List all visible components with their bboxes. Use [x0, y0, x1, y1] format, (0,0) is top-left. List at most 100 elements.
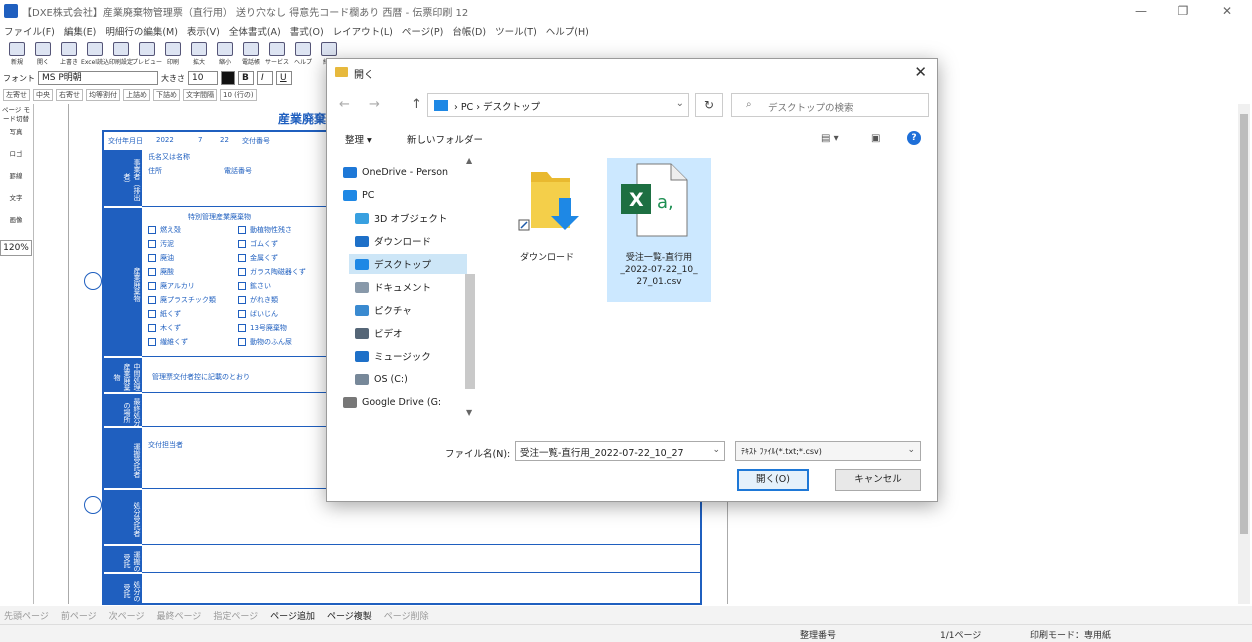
waste-type-checkbox[interactable]	[148, 240, 156, 248]
minimize-button[interactable]: —	[1126, 2, 1156, 20]
italic-button[interactable]: I	[257, 71, 273, 85]
nav-tree-item[interactable]: OneDrive - Person	[343, 162, 461, 182]
format-button[interactable]: 右寄せ	[56, 89, 83, 101]
format-button[interactable]: 中央	[33, 89, 53, 101]
toolbar-button[interactable]: 上書き	[56, 40, 82, 68]
toolbar-button[interactable]: 印刷	[160, 40, 186, 68]
toolbar-button[interactable]: 印刷設定	[108, 40, 134, 68]
menu-item[interactable]: ヘルプ(H)	[546, 24, 589, 38]
font-size-select[interactable]: 10	[188, 71, 218, 85]
left-tool-item[interactable]: ページ モード切替	[0, 106, 32, 126]
breadcrumb-desktop[interactable]: デスクトップ	[483, 102, 540, 113]
nav-tree-item[interactable]: ピクチャ	[355, 300, 473, 320]
view-options-icon[interactable]: ▤ ▾	[821, 133, 839, 144]
help-icon[interactable]: ?	[907, 131, 921, 145]
toolbar-button[interactable]: ヘルプ	[290, 40, 316, 68]
dialog-close-button[interactable]: ✕	[914, 63, 927, 81]
toolbar-button[interactable]: 電話帳	[238, 40, 264, 68]
waste-type-checkbox[interactable]	[238, 296, 246, 304]
format-button[interactable]: 均等割付	[86, 89, 120, 101]
form-date-value[interactable]: 2022	[156, 136, 174, 144]
waste-type-checkbox[interactable]	[238, 226, 246, 234]
waste-type-checkbox[interactable]	[238, 338, 246, 346]
menu-item[interactable]: ファイル(F)	[4, 24, 55, 38]
toolbar-button[interactable]: 縮小	[212, 40, 238, 68]
waste-type-checkbox[interactable]	[148, 282, 156, 290]
scroll-thumb[interactable]	[465, 274, 475, 389]
waste-type-checkbox[interactable]	[148, 296, 156, 304]
menu-item[interactable]: 全体書式(A)	[229, 24, 281, 38]
organize-button[interactable]: 整理 ▾	[345, 132, 372, 146]
waste-type-checkbox[interactable]	[148, 268, 156, 276]
waste-type-checkbox[interactable]	[238, 324, 246, 332]
forward-button[interactable]: →	[369, 97, 380, 112]
format-button[interactable]: 左寄せ	[3, 89, 30, 101]
file-item-csv[interactable]: X a, 受注一覧-直行用 _2022-07-22_10_ 27_01.csv	[607, 158, 711, 302]
address-bar[interactable]: › PC › デスクトップ ⌄	[427, 93, 689, 117]
nav-tree-item[interactable]: ビデオ	[355, 323, 473, 343]
scroll-down-icon[interactable]: ▼	[466, 408, 472, 417]
search-input[interactable]: ⌕ デスクトップの検索	[731, 93, 929, 117]
format-button[interactable]: 上詰め	[123, 89, 150, 101]
cancel-button[interactable]: キャンセル	[835, 469, 921, 491]
bold-button[interactable]: B	[238, 71, 254, 85]
back-button[interactable]: ←	[339, 97, 350, 112]
chevron-down-icon[interactable]: ⌄	[676, 98, 684, 109]
file-item-download-folder[interactable]: ダウンロード	[495, 158, 599, 302]
page-nav-button[interactable]: ページ複製	[327, 609, 372, 622]
scroll-up-icon[interactable]: ▲	[466, 156, 472, 165]
waste-type-checkbox[interactable]	[238, 240, 246, 248]
breadcrumb-pc[interactable]: PC	[461, 102, 473, 113]
filetype-select[interactable]: ﾃｷｽﾄ ﾌｧｲﾙ(*.txt;*.csv) ⌄	[735, 441, 921, 461]
font-select[interactable]: MS P明朝	[38, 71, 158, 85]
menu-item[interactable]: レイアウト(L)	[333, 24, 393, 38]
refresh-button[interactable]: ↻	[695, 93, 723, 117]
waste-type-checkbox[interactable]	[148, 338, 156, 346]
waste-type-checkbox[interactable]	[148, 324, 156, 332]
left-tool-item[interactable]: 画像	[0, 216, 32, 236]
left-tool-item[interactable]: 写真	[0, 128, 32, 148]
format-button[interactable]: 下詰め	[153, 89, 180, 101]
toolbar-button[interactable]: 開く	[30, 40, 56, 68]
toolbar-button[interactable]: 新規	[4, 40, 30, 68]
nav-tree-item[interactable]: ダウンロード	[355, 231, 473, 251]
left-tool-item[interactable]: ロゴ	[0, 150, 32, 170]
scroll-thumb[interactable]	[1240, 114, 1248, 534]
waste-type-checkbox[interactable]	[238, 268, 246, 276]
filename-input[interactable]: 受注一覧-直行用_2022-07-22_10_27 ⌄	[515, 441, 725, 461]
underline-button[interactable]: U	[276, 71, 292, 85]
toolbar-button[interactable]: プレビュー	[132, 40, 162, 68]
nav-tree-item[interactable]: PC	[343, 185, 461, 205]
up-button[interactable]: ↑	[411, 97, 422, 112]
menu-item[interactable]: 編集(E)	[64, 24, 96, 38]
waste-type-checkbox[interactable]	[238, 310, 246, 318]
color-swatch[interactable]	[221, 71, 235, 85]
waste-type-checkbox[interactable]	[238, 254, 246, 262]
waste-type-checkbox[interactable]	[238, 282, 246, 290]
nav-tree-item[interactable]: Google Drive (G:	[343, 392, 461, 412]
nav-tree-item[interactable]: OS (C:)	[355, 369, 473, 389]
waste-type-checkbox[interactable]	[148, 254, 156, 262]
form-month[interactable]: 7	[198, 136, 202, 144]
menu-item[interactable]: 表示(V)	[187, 24, 220, 38]
new-folder-button[interactable]: 新しいフォルダー	[407, 132, 483, 146]
nav-tree-item[interactable]: ドキュメント	[355, 277, 473, 297]
menu-item[interactable]: ページ(P)	[402, 24, 443, 38]
toolbar-button[interactable]: Excel読込	[81, 40, 109, 68]
form-day[interactable]: 22	[220, 136, 229, 144]
page-nav-button[interactable]: ページ追加	[270, 609, 315, 622]
nav-tree-item[interactable]: 3D オブジェクト	[355, 208, 473, 228]
nav-tree-item[interactable]: デスクトップ	[349, 254, 467, 274]
menu-item[interactable]: ツール(T)	[495, 24, 537, 38]
menu-item[interactable]: 台帳(D)	[452, 24, 486, 38]
vertical-scrollbar[interactable]	[1238, 104, 1250, 604]
maximize-button[interactable]: ❐	[1168, 2, 1198, 20]
waste-type-checkbox[interactable]	[148, 310, 156, 318]
toolbar-button[interactable]: 拡大	[186, 40, 212, 68]
waste-type-checkbox[interactable]	[148, 226, 156, 234]
menu-item[interactable]: 明細行の編集(M)	[105, 24, 178, 38]
open-button[interactable]: 開く(O)	[737, 469, 809, 491]
zoom-level[interactable]: 120%	[0, 240, 32, 256]
nav-tree-item[interactable]: ミュージック	[355, 346, 473, 366]
preview-pane-icon[interactable]: ▣	[871, 133, 880, 144]
